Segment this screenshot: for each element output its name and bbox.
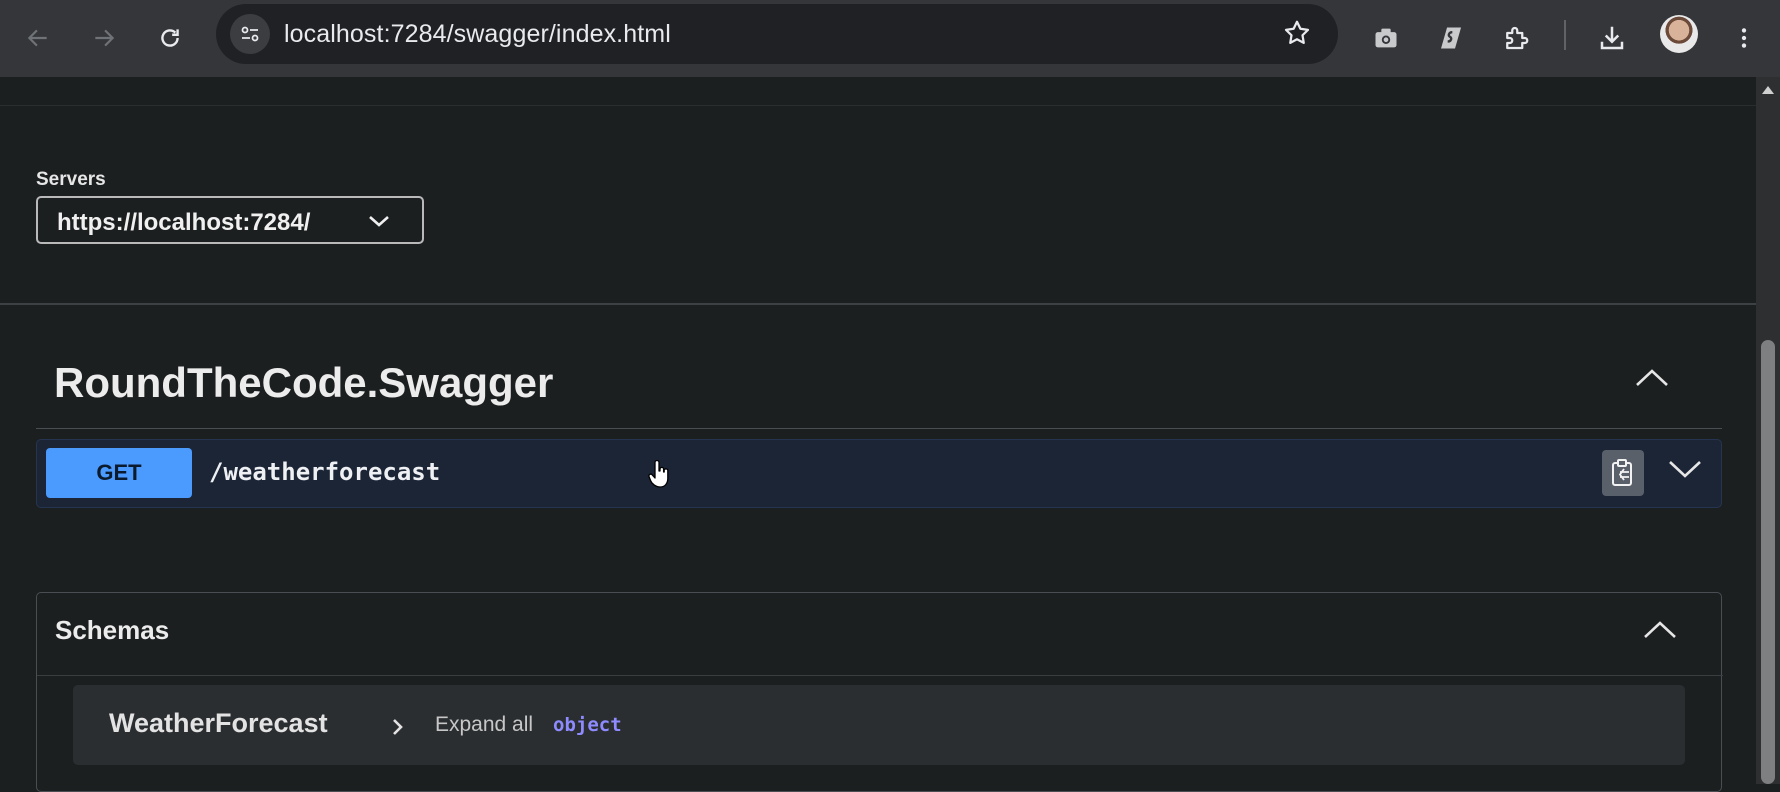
section-divider (0, 303, 1756, 305)
chevron-right-icon[interactable] (391, 717, 405, 742)
servers-label: Servers (36, 169, 106, 190)
download-icon[interactable] (1590, 16, 1634, 60)
bookmark-star-icon[interactable] (1282, 18, 1312, 53)
http-method-badge[interactable]: GET (46, 448, 192, 498)
address-bar[interactable]: localhost:7284/swagger/index.html (216, 4, 1338, 64)
reload-icon[interactable] (148, 16, 192, 60)
model-name[interactable]: WeatherForecast (109, 708, 328, 739)
camera-extension-icon[interactable] (1364, 16, 1408, 60)
header-divider (0, 105, 1756, 106)
operation-path[interactable]: /weatherforecast (209, 458, 440, 486)
schemas-title[interactable]: Schemas (55, 615, 169, 646)
model-container[interactable]: WeatherForecast Expand all object (73, 685, 1685, 765)
page-scrollbar[interactable] (1756, 77, 1780, 784)
clipboard-icon (1612, 459, 1632, 486)
scrollbar-thumb[interactable] (1761, 340, 1775, 784)
copy-to-clipboard-button[interactable] (1602, 450, 1644, 496)
url-text[interactable]: localhost:7284/swagger/index.html (284, 20, 671, 49)
forward-arrow-icon[interactable] (82, 16, 126, 60)
model-type: object (553, 714, 622, 736)
site-settings-icon[interactable] (230, 14, 270, 54)
chevron-up-icon[interactable] (1642, 619, 1678, 646)
scroll-up-arrow-icon[interactable] (1761, 83, 1775, 101)
extensions-puzzle-icon[interactable] (1494, 16, 1538, 60)
surfshark-extension-icon[interactable] (1428, 16, 1472, 60)
schemas-divider (37, 675, 1723, 676)
swagger-page: Servers https://localhost:7284/ RoundThe… (0, 77, 1756, 792)
back-arrow-icon[interactable] (16, 16, 60, 60)
api-tag-title[interactable]: RoundTheCode.Swagger (54, 359, 553, 407)
profile-avatar[interactable] (1660, 15, 1698, 53)
hand-cursor-icon (648, 459, 670, 494)
server-selected-value[interactable]: https://localhost:7284/ (57, 209, 310, 237)
schemas-section: Schemas WeatherForecast Expand all objec… (36, 592, 1723, 792)
tag-divider (36, 428, 1722, 429)
chevron-down-icon[interactable] (1667, 458, 1703, 485)
more-menu-icon[interactable] (1722, 16, 1766, 60)
browser-toolbar: localhost:7284/swagger/index.html (0, 0, 1780, 77)
expand-all-button[interactable]: Expand all (435, 713, 533, 737)
chevron-up-icon[interactable] (1634, 367, 1670, 394)
server-select[interactable]: https://localhost:7284/ (36, 196, 424, 244)
toolbar-separator (1564, 20, 1566, 50)
operation-get-weatherforecast[interactable]: GET /weatherforecast (36, 439, 1722, 508)
chevron-down-icon[interactable] (366, 212, 392, 235)
